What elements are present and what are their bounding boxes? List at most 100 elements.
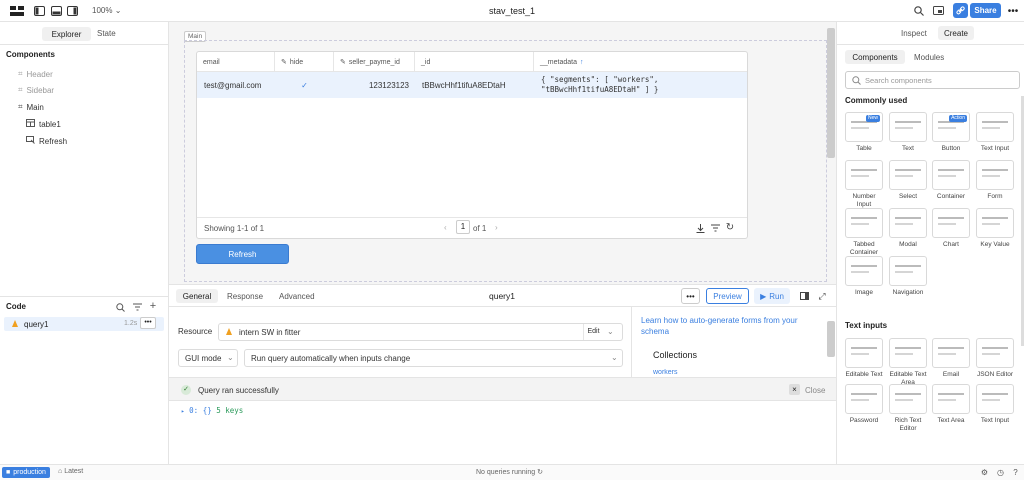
history-icon[interactable]: ◷ xyxy=(996,468,1005,477)
components-heading: Components xyxy=(6,50,55,59)
preview-button[interactable]: Preview xyxy=(706,288,749,304)
more-options-icon[interactable]: ••• xyxy=(1006,5,1020,17)
run-button[interactable]: ▶ Run xyxy=(754,288,790,304)
tab-general[interactable]: General xyxy=(176,289,218,303)
component-tile-table[interactable]: New Table xyxy=(845,112,883,153)
component-tile-text-area[interactable]: Text Area xyxy=(932,384,970,425)
component-tile-json-editor[interactable]: JSON Editor xyxy=(976,338,1014,379)
component-tile-container[interactable]: Container xyxy=(932,160,970,201)
tree-item-table1[interactable]: table1 xyxy=(26,119,61,129)
column-header-id[interactable]: _id xyxy=(415,52,534,72)
close-icon[interactable]: × xyxy=(789,384,800,395)
refresh-button[interactable]: Refresh xyxy=(196,244,289,264)
download-icon[interactable] xyxy=(695,223,705,233)
query-more-icon[interactable]: ••• xyxy=(681,288,700,304)
search-icon[interactable] xyxy=(115,302,125,312)
tab-inspect[interactable]: Inspect xyxy=(901,29,927,38)
tab-explorer[interactable]: Explorer xyxy=(42,27,91,41)
component-tile-form[interactable]: Form xyxy=(976,160,1014,201)
editor-scrollbar[interactable] xyxy=(827,321,835,357)
tab-response[interactable]: Response xyxy=(227,292,263,301)
divider xyxy=(837,44,1024,45)
component-label: Number Input xyxy=(852,193,876,208)
query-more-icon[interactable]: ••• xyxy=(140,317,156,329)
column-label: _id xyxy=(421,58,431,66)
link-icon[interactable] xyxy=(953,3,968,18)
tag-icon: ⌂ xyxy=(58,468,63,475)
component-tile-tabbed-container[interactable]: Tabbed Container xyxy=(845,208,883,257)
component-search-input[interactable]: Search components xyxy=(845,71,1020,89)
search-icon[interactable] xyxy=(913,5,925,17)
component-tile-image[interactable]: Image xyxy=(845,256,883,297)
query-list-item[interactable]: query1 1.2s ••• xyxy=(4,317,164,331)
tree-item-label: Main xyxy=(26,102,44,112)
mode-select[interactable]: GUI mode ⌄ xyxy=(178,349,238,367)
component-tile-modal[interactable]: Modal xyxy=(889,208,927,249)
component-tile-button[interactable]: Action Button xyxy=(932,112,970,153)
filter-icon[interactable] xyxy=(132,302,142,312)
edit-resource-link[interactable]: Edit xyxy=(583,324,603,340)
component-label: Rich Text Editor xyxy=(894,417,922,432)
tree-item-label: Sidebar xyxy=(26,85,55,95)
component-label: Key Value xyxy=(980,241,1010,248)
component-tile-email[interactable]: Email xyxy=(932,338,970,379)
component-tile-text-input[interactable]: Text Input xyxy=(976,384,1014,425)
tree-item-sidebar[interactable]: ⌗ Sidebar xyxy=(18,85,54,95)
component-thumbnail xyxy=(889,160,927,190)
environment-label: production xyxy=(13,469,46,476)
filter-icon[interactable] xyxy=(710,223,720,233)
column-header-metadata[interactable]: __metadata ↑ xyxy=(534,52,747,72)
output-value: 5 keys xyxy=(216,406,244,415)
autogen-forms-link[interactable]: Learn how to auto-generate forms from yo… xyxy=(641,315,801,337)
branch-selector[interactable]: ⌂ Latest xyxy=(58,468,83,475)
prev-page-icon[interactable]: ‹ xyxy=(444,223,447,232)
refresh-icon[interactable]: ↻ xyxy=(725,222,735,233)
code-heading: Code xyxy=(6,302,26,311)
component-thumbnail xyxy=(845,256,883,286)
tab-state[interactable]: State xyxy=(97,29,116,38)
column-header-hide[interactable]: ✎ hide xyxy=(275,52,334,72)
chevron-down-icon: ⌄ xyxy=(227,353,234,362)
component-tile-chart[interactable]: Chart xyxy=(932,208,970,249)
component-tile-editable-text[interactable]: Editable Text xyxy=(845,338,883,379)
result-output[interactable]: ▸ 0: {} 5 keys xyxy=(181,406,243,415)
share-button[interactable]: Share xyxy=(970,3,1001,18)
component-tile-editable-text-area[interactable]: Editable Text Area xyxy=(889,338,927,387)
preview-icon[interactable] xyxy=(932,5,944,17)
component-thumbnail xyxy=(932,338,970,368)
component-label: Text Input xyxy=(980,145,1010,152)
tree-item-header[interactable]: ⌗ Header xyxy=(18,69,53,79)
component-tile-rich-text-editor[interactable]: Rich Text Editor xyxy=(889,384,927,433)
close-result-button[interactable]: Close xyxy=(805,386,825,395)
environment-badge[interactable]: ■ production xyxy=(2,467,50,478)
component-tile-text-input[interactable]: Text Input xyxy=(976,112,1014,153)
trigger-select[interactable]: Run query automatically when inputs chan… xyxy=(244,349,623,367)
component-tile-key-value[interactable]: Key Value xyxy=(976,208,1014,249)
component-tile-navigation[interactable]: Navigation xyxy=(889,256,927,297)
table-row[interactable]: test@gmail.com ✓ 123123123 tBBwcHhf1tifu… xyxy=(197,72,747,98)
tab-advanced[interactable]: Advanced xyxy=(279,292,315,301)
tab-create[interactable]: Create xyxy=(938,26,974,40)
component-tile-text[interactable]: Text xyxy=(889,112,927,153)
component-tile-number-input[interactable]: Number Input xyxy=(845,160,883,209)
subtab-modules[interactable]: Modules xyxy=(914,53,944,62)
debug-icon[interactable]: ⚙ xyxy=(980,468,989,477)
collection-item[interactable]: workers xyxy=(653,369,678,377)
page-input[interactable]: 1 xyxy=(456,220,470,234)
tree-item-refresh[interactable]: Refresh xyxy=(26,136,67,146)
column-header-email[interactable]: email xyxy=(197,52,275,72)
dock-icon[interactable] xyxy=(799,291,809,301)
next-page-icon[interactable]: › xyxy=(495,223,498,232)
subtab-components[interactable]: Components xyxy=(845,50,905,64)
tree-item-main[interactable]: ⌗ Main xyxy=(18,102,44,112)
component-tile-select[interactable]: Select xyxy=(889,160,927,201)
component-tile-password[interactable]: Password xyxy=(845,384,883,425)
resource-select[interactable]: intern SW in fitter Edit ⌄ xyxy=(218,323,623,341)
component-thumbnail: New xyxy=(845,112,883,142)
sort-ascending-icon: ↑ xyxy=(579,58,584,66)
help-icon[interactable]: ? xyxy=(1011,468,1020,477)
expand-icon[interactable]: ⤢ xyxy=(817,291,827,301)
add-query-icon[interactable]: + xyxy=(148,300,158,312)
canvas-scrollbar[interactable] xyxy=(827,28,835,158)
column-header-seller-payme-id[interactable]: ✎ seller_payme_id xyxy=(334,52,415,72)
